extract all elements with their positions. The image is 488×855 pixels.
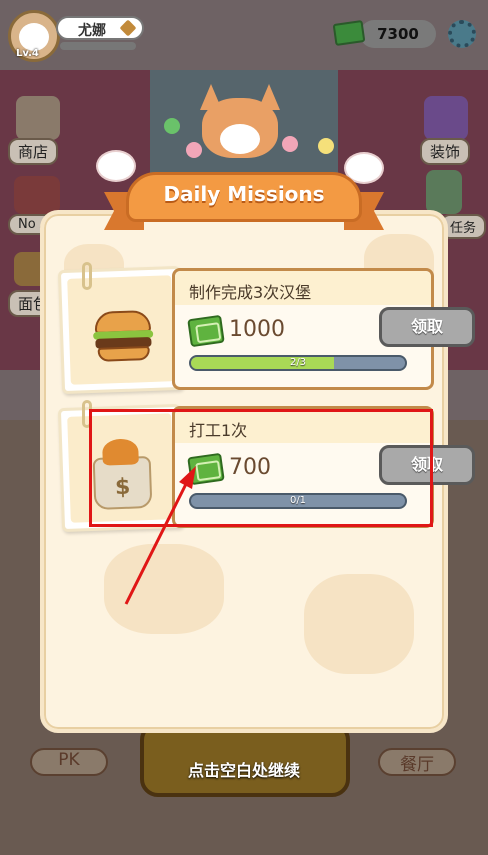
dialog-title: Daily Missions [163, 182, 325, 206]
cash-icon [187, 314, 225, 348]
panel-pattern [104, 544, 224, 634]
highlight-box [89, 409, 433, 527]
mission-progress-bar: 2/3 [189, 355, 407, 371]
claim-button[interactable]: 领取 [379, 307, 475, 347]
tap-to-continue-hint[interactable]: 点击空白处继续 [0, 757, 488, 781]
mission-info: 制作完成3次汉堡 1000 领取 2/3 [172, 268, 475, 390]
mission-task: 制作完成3次汉堡 [189, 283, 312, 302]
player-name: 尤娜 [78, 23, 106, 39]
player-level: Lv.4 [16, 48, 39, 59]
mission-reward: 1000 [229, 317, 285, 342]
mission-card: 制作完成3次汉堡 1000 领取 2/3 [57, 262, 475, 395]
shop-icon[interactable] [16, 96, 60, 140]
pencil-icon[interactable] [119, 19, 137, 37]
currency-amount: 7300 [377, 25, 419, 43]
decor-button[interactable]: 装饰 [420, 138, 471, 165]
checklist-icon[interactable] [426, 170, 462, 214]
flower-icon [186, 142, 202, 158]
xp-bar [60, 42, 136, 50]
player-name-box[interactable]: 尤娜 [56, 16, 144, 40]
mascot-cat-icon [196, 84, 284, 170]
flower-icon [282, 136, 298, 152]
progress-text: 2/3 [289, 357, 307, 368]
cash-icon [332, 20, 366, 46]
gear-icon[interactable] [448, 20, 476, 48]
top-bar: 尤娜 Lv.4 7300 [0, 0, 488, 72]
panel-pattern [304, 574, 414, 674]
no-ads-icon[interactable] [14, 176, 60, 214]
flower-icon [318, 138, 334, 154]
shop-button[interactable]: 商店 [8, 138, 59, 165]
cat-face-icon [19, 23, 49, 51]
title-banner: Daily Missions [104, 168, 384, 238]
mission-photo [57, 265, 185, 395]
paperclip-icon [82, 262, 92, 290]
paint-roller-icon[interactable] [424, 96, 468, 140]
currency-box: 7300 [360, 20, 436, 48]
burger-icon [92, 309, 154, 364]
clover-icon [164, 118, 180, 134]
